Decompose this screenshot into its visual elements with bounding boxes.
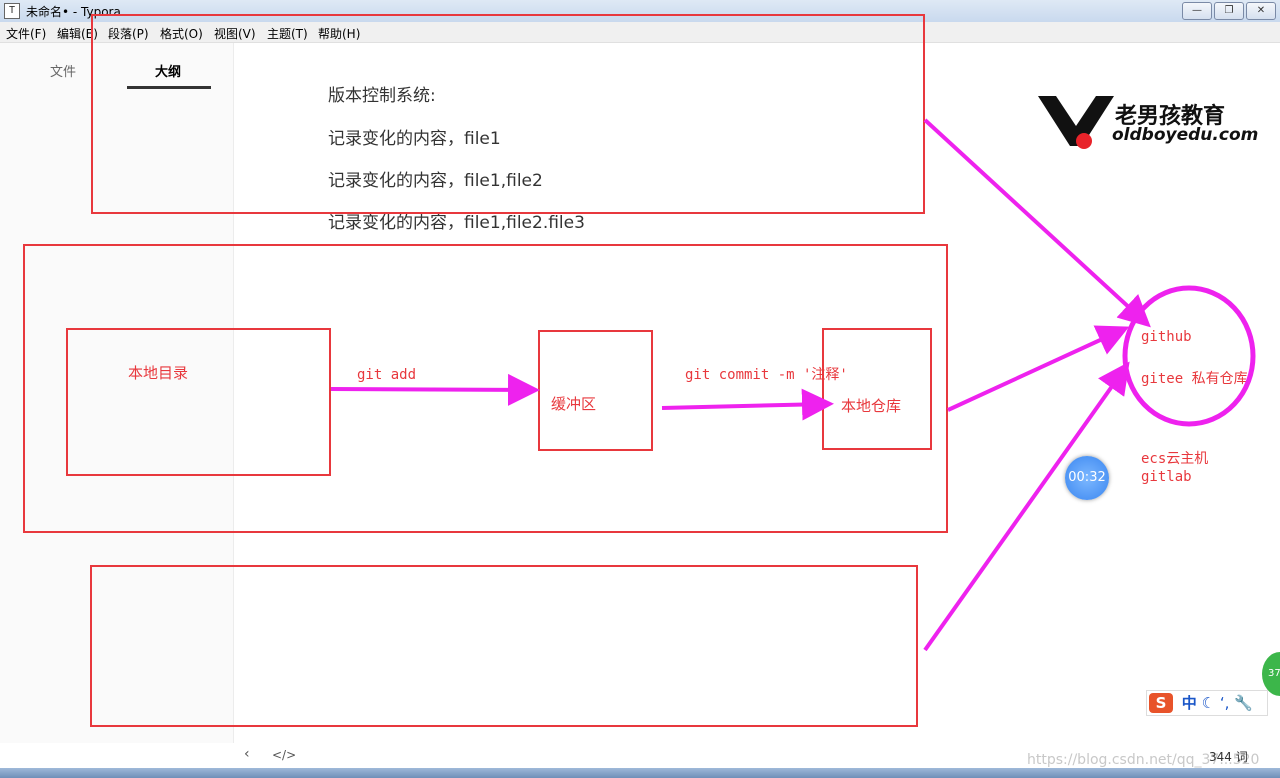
wrench-icon[interactable]: 🔧 [1234, 694, 1253, 712]
arrow-git-add [330, 373, 540, 406]
word-count[interactable]: 344 词 [1209, 748, 1248, 765]
ime-mode-label[interactable]: 中 [1182, 694, 1197, 712]
recording-timer[interactable]: 00:32 [1065, 456, 1109, 500]
arrow-bottom-to-remote [923, 361, 1130, 652]
punctuation-icon[interactable]: ‘, [1220, 694, 1230, 712]
arrow-top-to-remote [923, 118, 1151, 328]
remote-circle [1122, 285, 1256, 427]
chevron-left-icon[interactable]: ‹ [244, 746, 250, 762]
sogou-icon[interactable]: S [1149, 693, 1173, 713]
arrow-git-commit [661, 388, 834, 421]
ime-toolbar[interactable]: S 中 ☾ ‘, 🔧 [1146, 690, 1268, 716]
code-icon[interactable]: </> [272, 748, 296, 762]
moon-icon[interactable]: ☾ [1202, 694, 1215, 712]
arrow-repo-to-remote [947, 325, 1130, 412]
taskbar [0, 768, 1280, 778]
annotation-arrows [330, 118, 1256, 652]
